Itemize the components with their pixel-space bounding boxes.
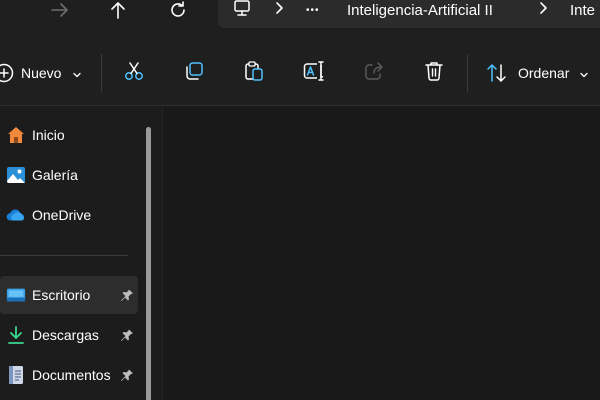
command-bar: Nuevo Ordenar [0,40,600,106]
sort-icon [486,63,508,88]
monitor-icon [232,0,252,22]
paste-button[interactable] [236,54,272,92]
rename-button[interactable] [296,54,332,92]
new-button[interactable]: Nuevo [0,54,86,92]
document-icon [6,365,26,385]
paste-icon [243,60,265,87]
desktop-folder-icon [6,285,26,305]
plus-circle-icon [0,63,14,88]
this-pc-button[interactable] [232,0,254,20]
breadcrumb-separator[interactable] [274,0,284,20]
sidebar-item-documentos[interactable]: Documentos [0,356,138,394]
chevron-down-icon [72,67,82,85]
cloud-icon [6,205,26,225]
nav-divider [0,255,128,256]
separator [101,54,102,92]
share-button[interactable] [356,54,392,92]
pin-icon[interactable] [119,367,135,383]
download-icon [6,325,26,345]
breadcrumb-item[interactable]: Inte [570,0,595,20]
home-icon [6,125,26,145]
refresh-button[interactable] [158,0,198,20]
chevron-right-icon [538,1,548,20]
sidebar-item-onedrive[interactable]: OneDrive [0,196,138,234]
breadcrumb: ••• Inteligencia-Artificial II Inte [218,0,600,28]
file-list-area[interactable] [162,107,600,400]
delete-icon [423,60,445,87]
pin-icon[interactable] [119,287,135,303]
sidebar-item-descargas[interactable]: Descargas [0,316,138,354]
chevron-down-icon [579,67,589,85]
copy-icon [183,60,205,87]
sidebar-item-escritorio[interactable]: Escritorio [0,276,138,314]
arrow-right-icon [51,2,69,18]
cut-button[interactable] [116,54,152,92]
arrow-up-icon [110,1,126,19]
sidebar-item-inicio[interactable]: Inicio [0,116,138,154]
refresh-icon [169,1,187,19]
sort-button[interactable]: Ordenar [480,54,590,92]
breadcrumb-more-button[interactable]: ••• [306,0,320,20]
sidebar-item-galeria[interactable]: Galería [0,156,138,194]
up-button[interactable] [98,0,138,20]
navigation-pane: Inicio Galería OneDrive Escritorio Desca… [0,107,160,400]
share-icon [363,60,385,87]
breadcrumb-item[interactable]: Inteligencia-Artificial II [347,0,493,20]
separator [467,54,468,92]
cut-icon [123,60,145,87]
copy-button[interactable] [176,54,212,92]
delete-button[interactable] [416,54,452,92]
forward-button[interactable] [40,0,80,20]
gallery-icon [6,165,26,185]
pin-icon[interactable] [119,327,135,343]
breadcrumb-separator[interactable] [538,0,548,20]
rename-icon [302,60,326,87]
chevron-right-icon [274,1,284,20]
address-bar: ••• Inteligencia-Artificial II Inte [0,0,600,40]
nav-scrollbar[interactable] [146,127,151,400]
